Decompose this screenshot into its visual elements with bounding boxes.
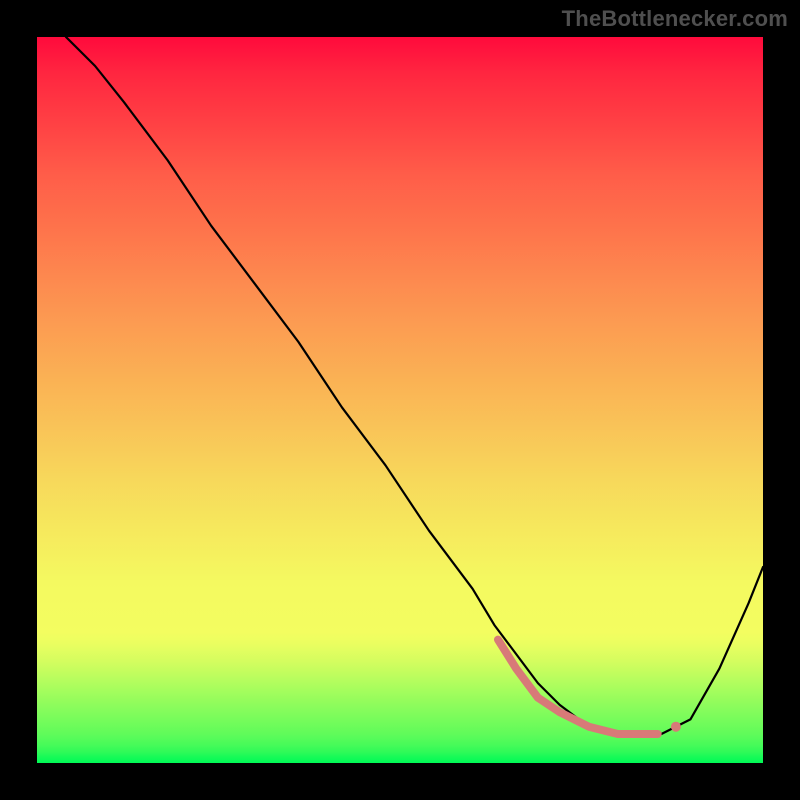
basin-end-dot bbox=[671, 722, 681, 732]
chart-frame: TheBottlenecker.com bbox=[0, 0, 800, 800]
basin-highlight bbox=[498, 640, 658, 734]
plot-area bbox=[37, 37, 763, 763]
watermark-text: TheBottlenecker.com bbox=[562, 6, 788, 32]
curve-layer bbox=[37, 37, 763, 763]
bottleneck-curve bbox=[66, 37, 763, 734]
